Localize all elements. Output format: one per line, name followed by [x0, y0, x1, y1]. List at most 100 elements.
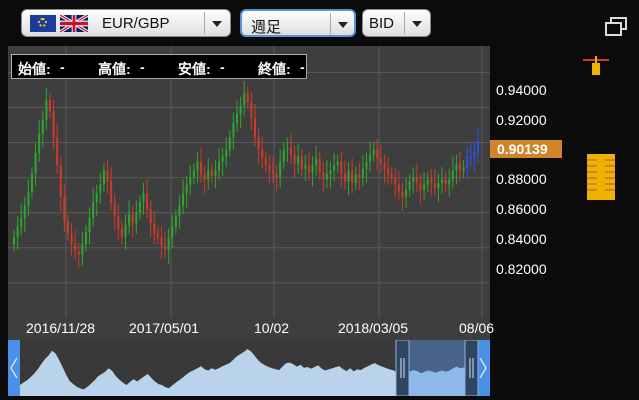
candle-body [340, 161, 343, 175]
candlestick-chart[interactable] [8, 46, 490, 340]
candle-body [325, 174, 328, 180]
currency-pair-label: EUR/GBP [102, 15, 170, 32]
candle-body [419, 182, 422, 190]
candle-body [13, 237, 15, 245]
price-axis: 0.94000 0.92000 0.90139 0.88000 0.86000 … [490, 46, 639, 340]
candle-body [387, 168, 390, 175]
candle-body [297, 156, 300, 164]
date-tick: 08/06 [459, 320, 495, 336]
candle-body [275, 174, 278, 178]
candle-body [257, 137, 260, 150]
candle-body [459, 163, 462, 171]
date-tick: 2016/11/28 [26, 320, 96, 336]
date-tick: 10/02 [254, 320, 290, 336]
candle-body [250, 102, 253, 118]
chart-area[interactable] [8, 46, 490, 340]
currency-pair-selector[interactable]: EUR/GBP [21, 9, 231, 37]
candle-body [182, 193, 185, 206]
candle-body [264, 158, 267, 166]
navigator-handle-right[interactable] [464, 340, 479, 396]
candle-body [390, 174, 393, 178]
candle-body [117, 216, 120, 229]
date-tick: 2017/05/01 [129, 320, 200, 336]
candle-body [124, 224, 127, 238]
candle-body [246, 93, 249, 103]
candle-body [128, 214, 131, 225]
candle-body [88, 217, 91, 233]
candle-body [469, 156, 472, 159]
candle-body [218, 161, 221, 171]
candle-body [268, 165, 271, 171]
price-tick: 0.88000 [496, 171, 547, 187]
candle-body [333, 165, 336, 171]
price-type-selector[interactable]: BID [362, 9, 431, 37]
candle-body [304, 165, 307, 169]
candle-body [379, 158, 382, 164]
low-value: - [220, 59, 225, 75]
chevron-down-icon[interactable] [404, 12, 429, 34]
candle-body [462, 167, 465, 171]
candle-body [70, 233, 73, 245]
candle-body [347, 170, 350, 182]
high-value: - [140, 59, 145, 75]
candle-body [271, 170, 274, 175]
candle-body [300, 156, 303, 169]
candle-body [426, 179, 429, 185]
candle-body [372, 149, 375, 155]
navigator-handle-left[interactable] [395, 340, 410, 396]
candle-body [423, 184, 426, 190]
candle-body [23, 205, 26, 218]
candle-body [315, 158, 318, 166]
candle-body [433, 182, 436, 189]
candle-body [59, 165, 62, 197]
candle-body [92, 202, 95, 218]
candle-body [282, 149, 285, 162]
navigator-area-chart[interactable] [8, 340, 490, 396]
candle-body [397, 184, 400, 192]
candle-body [232, 123, 235, 138]
candle-body [210, 170, 213, 176]
candle-body [106, 170, 109, 182]
candle-body [225, 149, 228, 157]
chevron-down-icon[interactable] [204, 12, 229, 34]
candle-body [27, 191, 30, 206]
window-restore-icon[interactable] [604, 17, 628, 37]
candle-body [383, 163, 386, 169]
candle-body [207, 170, 210, 180]
navigator-scroll-right-button[interactable] [477, 340, 490, 396]
candle-body [405, 189, 408, 197]
range-navigator[interactable] [8, 340, 490, 396]
candle-body [279, 161, 282, 178]
price-tick: 0.94000 [496, 82, 547, 98]
candle-body [16, 226, 19, 238]
candle-body [99, 184, 102, 194]
candle-body [408, 181, 411, 190]
candle-body [228, 137, 231, 150]
high-label: 高値: [98, 61, 131, 77]
period-selector[interactable]: 週足 [240, 9, 356, 37]
navigator-scroll-left-button[interactable] [8, 340, 20, 396]
candle-body [102, 170, 105, 185]
candle-body [451, 170, 454, 180]
candle-body [430, 179, 433, 183]
price-tick: 0.84000 [496, 231, 547, 247]
candle-body [196, 161, 199, 171]
candle-body [221, 156, 224, 162]
candle-body [307, 165, 310, 173]
candle-body [95, 193, 98, 203]
candle-body [41, 119, 44, 134]
candle-body [56, 137, 59, 166]
candle-body [63, 196, 66, 222]
candle-body [415, 177, 418, 183]
volume-profile-icon [587, 154, 615, 200]
navigator-selected-range[interactable] [404, 340, 474, 396]
candle-body [239, 105, 242, 115]
candle-body [160, 237, 163, 247]
candle-body [131, 214, 134, 224]
chevron-down-icon[interactable] [330, 13, 355, 35]
candle-body [113, 202, 116, 217]
candle-body [84, 232, 87, 245]
eu-flag-icon [30, 15, 56, 32]
candle-body [164, 246, 167, 250]
candle-body [354, 174, 357, 183]
